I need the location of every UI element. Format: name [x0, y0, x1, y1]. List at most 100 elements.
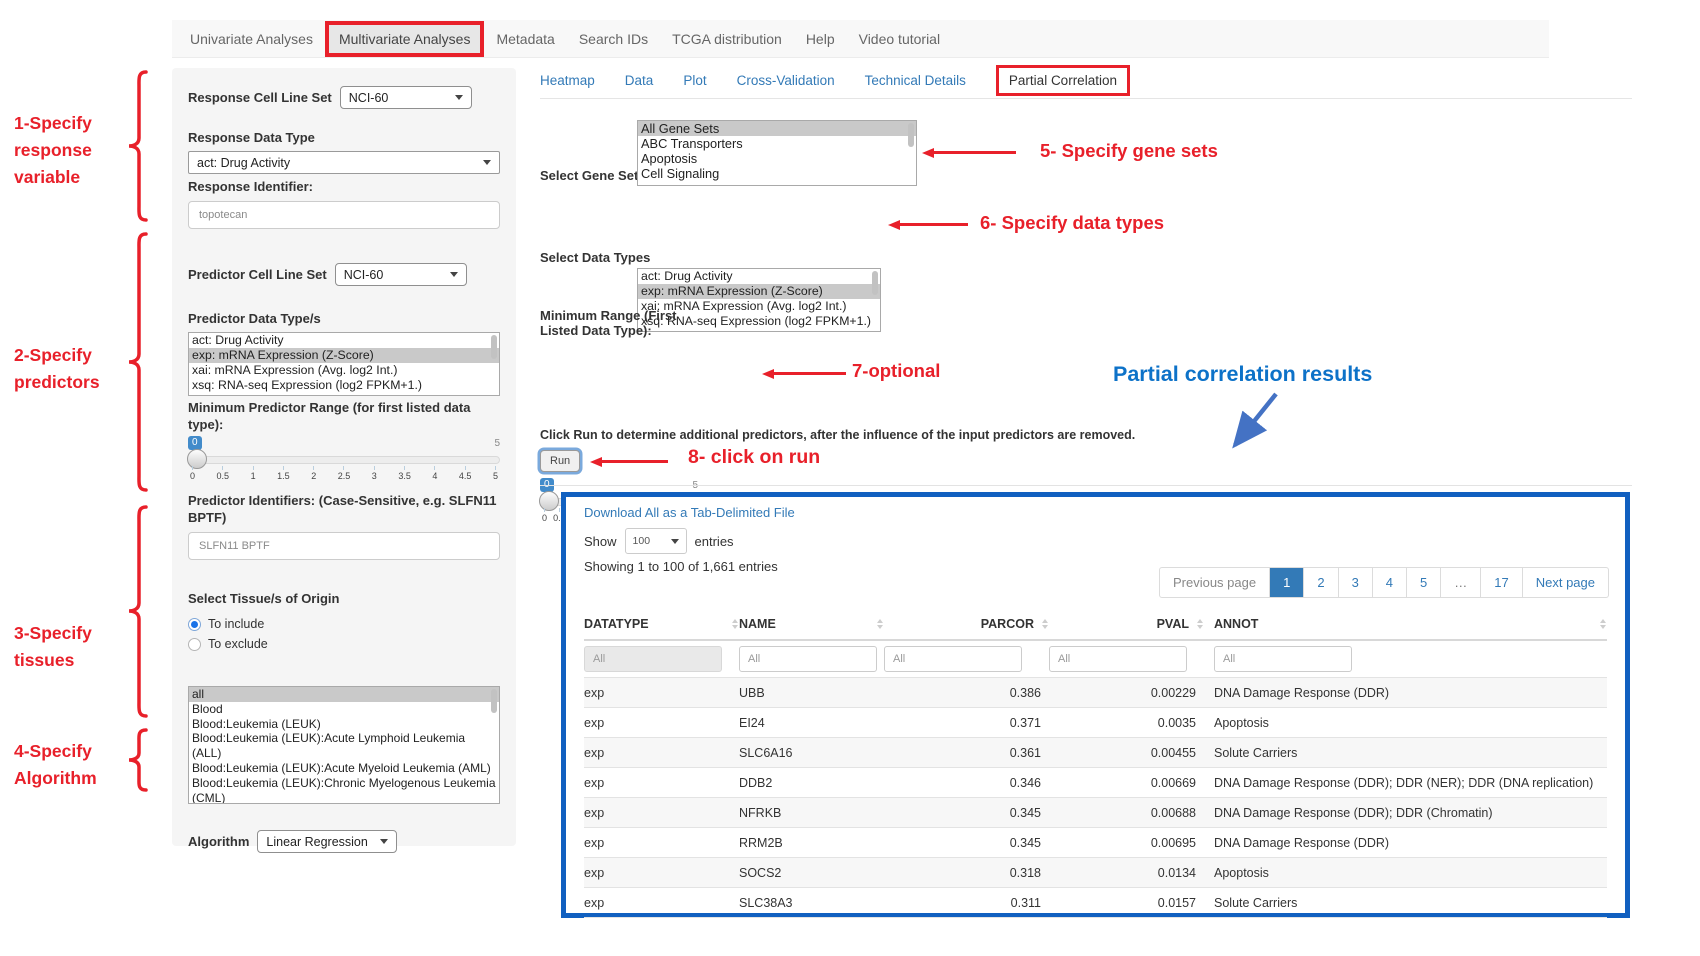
listbox-option-act-drug-activity[interactable]: act: Drug Activity	[638, 269, 880, 284]
predictor-identifiers-input[interactable]: SLFN11 BPTF	[188, 532, 500, 560]
predictor-cell-line-value: NCI-60	[344, 268, 384, 282]
response-cell-line-select[interactable]: NCI-60	[340, 86, 472, 109]
run-button[interactable]: Run	[540, 450, 580, 472]
slider-tick: 4.5	[459, 466, 472, 481]
page-ellipsis[interactable]: …	[1440, 568, 1480, 597]
table-header-row: DATATYPENAMEPARCORPVAL ANNOT	[584, 609, 1607, 641]
listbox-option-act-drug-activity[interactable]: act: Drug Activity	[189, 333, 499, 348]
filter-cell: All	[584, 646, 739, 672]
tab-partial-correlation[interactable]: Partial Correlation	[996, 65, 1130, 96]
scrollbar-thumb[interactable]	[491, 335, 497, 359]
listbox-option-abc-transporters[interactable]: ABC Transporters	[638, 136, 916, 151]
column-header-pval[interactable]: PVAL	[1049, 617, 1204, 631]
nav-item-video-tutorial[interactable]: Video tutorial	[847, 22, 952, 56]
scrollbar-thumb[interactable]	[872, 271, 878, 295]
predictor-cell-line-select[interactable]: NCI-60	[335, 263, 467, 286]
nav-item-univariate-analyses[interactable]: Univariate Analyses	[178, 22, 325, 56]
radio-button[interactable]	[188, 618, 201, 631]
cell-name: SLC38A3	[739, 896, 884, 910]
tab-plot[interactable]: Plot	[683, 73, 706, 88]
tab-cross-validation[interactable]: Cross-Validation	[737, 73, 835, 88]
tab-data[interactable]: Data	[625, 73, 654, 88]
listbox-option-all[interactable]: all	[189, 687, 499, 702]
filter-input-annot[interactable]: All	[1214, 646, 1352, 672]
cell-parcor: 0.311	[884, 896, 1049, 910]
tissue-radio-group: To includeTo exclude	[188, 614, 500, 654]
page-4[interactable]: 4	[1372, 568, 1406, 597]
column-header-annot[interactable]: ANNOT	[1204, 617, 1607, 631]
scrollbar-thumb[interactable]	[908, 123, 914, 147]
cell-pval: 0.00688	[1049, 806, 1204, 820]
column-header-name[interactable]: NAME	[739, 617, 884, 631]
nav-item-search-ids[interactable]: Search IDs	[567, 22, 660, 56]
tissue-radio-to-exclude[interactable]: To exclude	[188, 634, 500, 654]
annotation-step5: 5- Specify gene sets	[1040, 140, 1218, 162]
listbox-option-blood-leukemia-leuk-acute-myeloid-leukemia-aml[interactable]: Blood:Leukemia (LEUK):Acute Myeloid Leuk…	[189, 761, 499, 776]
response-data-type-select[interactable]: act: Drug Activity	[188, 151, 500, 174]
listbox-option-blood-leukemia-leuk-chronic-myelogenous-leukemia-cml[interactable]: Blood:Leukemia (LEUK):Chronic Myelogenou…	[189, 776, 499, 804]
page-3[interactable]: 3	[1338, 568, 1372, 597]
cell-datatype: exp	[584, 746, 739, 760]
table-row: expSLC6A160.3610.00455Solute Carriers	[584, 737, 1607, 767]
cell-name: DDB2	[739, 776, 884, 790]
nav-item-help[interactable]: Help	[794, 22, 847, 56]
cell-pval: 0.00229	[1049, 686, 1204, 700]
listbox-option-blood-leukemia-leuk[interactable]: Blood:Leukemia (LEUK)	[189, 717, 499, 732]
download-all-link[interactable]: Download All as a Tab-Delimited File	[584, 505, 795, 520]
nav-item-multivariate-analyses[interactable]: Multivariate Analyses	[325, 21, 485, 57]
nav-item-metadata[interactable]: Metadata	[484, 22, 566, 56]
listbox-option-xai-mrna-expression-avg-log2-int[interactable]: xai: mRNA Expression (Avg. log2 Int.)	[189, 363, 499, 378]
page-1[interactable]: 1	[1269, 568, 1303, 597]
listbox-option-cell-signaling[interactable]: Cell Signaling	[638, 166, 916, 181]
predictor-identifiers-value: SLFN11 BPTF	[199, 540, 270, 552]
tissue-origin-label: Select Tissue/s of Origin	[188, 590, 500, 607]
pagination: Previous page12345…17Next page	[1159, 567, 1609, 598]
listbox-option-exp-mrna-expression-z-score[interactable]: exp: mRNA Expression (Z-Score)	[189, 348, 499, 363]
tab-heatmap[interactable]: Heatmap	[540, 73, 595, 88]
sort-icon	[1195, 619, 1204, 629]
algorithm-select[interactable]: Linear Regression	[257, 830, 397, 853]
radio-button[interactable]	[188, 638, 201, 651]
column-label: ANNOT	[1214, 617, 1258, 631]
slider-tick: 5	[493, 466, 498, 481]
cell-parcor: 0.318	[884, 866, 1049, 880]
scrollbar-thumb[interactable]	[491, 689, 497, 713]
cell-datatype: exp	[584, 716, 739, 730]
page-17[interactable]: 17	[1480, 568, 1521, 597]
show-entries-select[interactable]: 100	[625, 528, 687, 554]
listbox-option-blood[interactable]: Blood	[189, 702, 499, 717]
page-2[interactable]: 2	[1303, 568, 1337, 597]
tab-technical-details[interactable]: Technical Details	[865, 73, 966, 88]
tissue-radio-to-include[interactable]: To include	[188, 614, 500, 634]
filter-input-name[interactable]: All	[739, 646, 877, 672]
column-header-datatype[interactable]: DATATYPE	[584, 617, 739, 631]
page-5[interactable]: 5	[1406, 568, 1440, 597]
show-entries-value: 100	[633, 535, 651, 547]
arrow-to-results	[1222, 392, 1280, 456]
listbox-option-xsq-rna-seq-expression-log2-fpkm-1[interactable]: xsq: RNA-seq Expression (log2 FPKM+1.)	[189, 378, 499, 393]
page-previous-page[interactable]: Previous page	[1160, 568, 1269, 597]
table-row: expRRM2B0.3450.00695DNA Damage Response …	[584, 827, 1607, 857]
listbox-option-all-gene-sets[interactable]: All Gene Sets	[638, 121, 916, 136]
filter-input-datatype[interactable]: All	[584, 646, 722, 672]
annotation-step2: 2-Specify predictors	[14, 342, 119, 396]
filter-input-pval[interactable]: All	[1049, 646, 1187, 672]
page-next-page[interactable]: Next page	[1522, 568, 1608, 597]
filter-input-parcor[interactable]: All	[884, 646, 1022, 672]
listbox-option-exp-mrna-expression-z-score[interactable]: exp: mRNA Expression (Z-Score)	[638, 284, 880, 299]
cell-name: UBB	[739, 686, 884, 700]
listbox-option-apoptosis[interactable]: Apoptosis	[638, 151, 916, 166]
column-header-parcor[interactable]: PARCOR	[884, 617, 1049, 631]
response-data-type-label: Response Data Type	[188, 129, 500, 146]
slider-tick: 3.5	[398, 466, 411, 481]
min-range-label: Minimum Range (First Listed Data Type):	[540, 308, 715, 338]
cell-pval: 0.0157	[1049, 896, 1204, 910]
response-identifier-input[interactable]: topotecan	[188, 201, 500, 229]
section-divider	[540, 485, 1632, 486]
listbox-option-blood-leukemia-leuk-acute-lymphoid-leukemia-all[interactable]: Blood:Leukemia (LEUK):Acute Lymphoid Leu…	[189, 731, 499, 761]
slider-max-label: 5	[494, 438, 500, 449]
nav-item-tcga-distribution[interactable]: TCGA distribution	[660, 22, 794, 56]
cell-datatype: exp	[584, 836, 739, 850]
cell-name: EI24	[739, 716, 884, 730]
slider-track	[188, 456, 500, 464]
